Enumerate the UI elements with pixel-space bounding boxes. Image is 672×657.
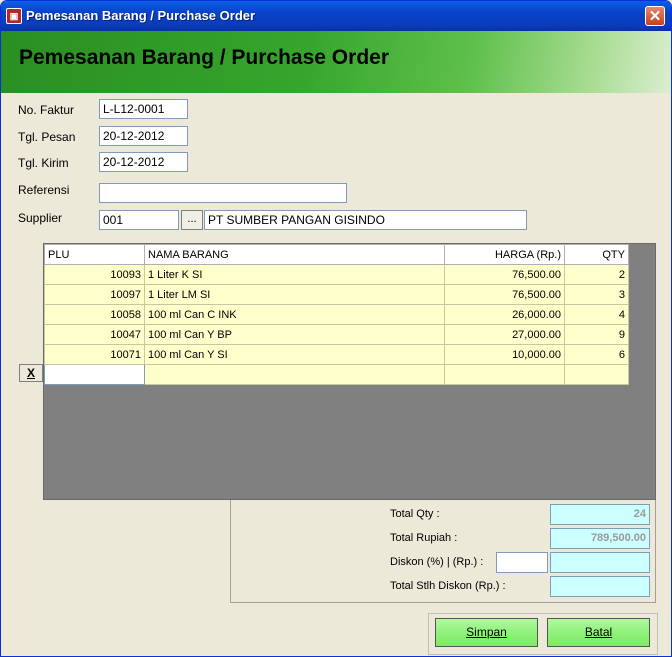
table-row[interactable]: 10093 1 Liter K SI 76,500.00 2 <box>44 264 629 285</box>
app-icon: ▣ <box>6 8 22 24</box>
total-qty-label: Total Qty : <box>390 508 440 520</box>
close-button[interactable]: ✕ <box>645 6 665 26</box>
new-entry-row[interactable] <box>44 364 629 385</box>
new-qty-cell[interactable] <box>564 364 629 385</box>
table-row[interactable]: 10058 100 ml Can C INK 26,000.00 4 <box>44 304 629 325</box>
col-header-nama-barang[interactable]: NAMA BARANG <box>144 244 445 265</box>
diskon-rp-field[interactable] <box>550 552 650 573</box>
total-stlh-diskon-label: Total Stlh Diskon (Rp.) : <box>390 580 506 592</box>
col-header-plu[interactable]: PLU <box>44 244 145 265</box>
harga-cell[interactable]: 76,500.00 <box>444 264 565 285</box>
plu-cell[interactable]: 10097 <box>44 284 145 305</box>
supplier-code-field[interactable]: 001 <box>99 210 179 230</box>
items-table: PLU NAMA BARANG HARGA (Rp.) QTY 10093 1 … <box>44 244 629 385</box>
harga-cell[interactable]: 10,000.00 <box>444 344 565 365</box>
table-row[interactable]: 10071 100 ml Can Y SI 10,000.00 6 <box>44 344 629 365</box>
total-stlh-diskon-field <box>550 576 650 597</box>
order-items-grid[interactable]: PLU NAMA BARANG HARGA (Rp.) QTY 10093 1 … <box>43 243 656 500</box>
qty-cell[interactable]: 4 <box>564 304 629 325</box>
total-rupiah-label: Total Rupiah : <box>390 532 458 544</box>
window-title: Pemesanan Barang / Purchase Order <box>26 8 256 23</box>
purchase-order-window: ▣ Pemesanan Barang / Purchase Order ✕ Pe… <box>0 0 672 657</box>
supplier-browse-button[interactable]: ... <box>181 210 203 230</box>
total-qty-field: 24 <box>550 504 650 525</box>
harga-cell[interactable]: 27,000.00 <box>444 324 565 345</box>
qty-cell[interactable]: 9 <box>564 324 629 345</box>
col-header-harga[interactable]: HARGA (Rp.) <box>444 244 565 265</box>
referensi-field[interactable] <box>99 183 347 203</box>
nama-barang-cell[interactable]: 100 ml Can Y SI <box>144 344 445 365</box>
diskon-label: Diskon (%) | (Rp.) : <box>390 556 484 568</box>
tgl-kirim-field[interactable]: 20-12-2012 <box>99 152 188 172</box>
nama-barang-cell[interactable]: 100 ml Can Y BP <box>144 324 445 345</box>
new-plu-input[interactable] <box>44 364 145 385</box>
supplier-name-field[interactable]: PT SUMBER PANGAN GISINDO <box>204 210 527 230</box>
title-bar[interactable]: ▣ Pemesanan Barang / Purchase Order ✕ <box>1 1 671 31</box>
tgl-pesan-label: Tgl. Pesan <box>18 130 76 144</box>
qty-cell[interactable]: 6 <box>564 344 629 365</box>
harga-cell[interactable]: 26,000.00 <box>444 304 565 325</box>
no-faktur-field[interactable]: L-L12-0001 <box>99 99 188 119</box>
nama-barang-cell[interactable]: 100 ml Can C INK <box>144 304 445 325</box>
table-row[interactable]: 10097 1 Liter LM SI 76,500.00 3 <box>44 284 629 305</box>
col-header-qty[interactable]: QTY <box>564 244 629 265</box>
nama-barang-cell[interactable]: 1 Liter K SI <box>144 264 445 285</box>
supplier-label: Supplier <box>18 211 63 225</box>
qty-cell[interactable]: 3 <box>564 284 629 305</box>
nama-barang-cell[interactable]: 1 Liter LM SI <box>144 284 445 305</box>
new-nama-barang-cell[interactable] <box>144 364 445 385</box>
header-banner: Pemesanan Barang / Purchase Order <box>1 31 671 93</box>
batal-button[interactable]: Batal <box>547 618 650 647</box>
qty-cell[interactable]: 2 <box>564 264 629 285</box>
plu-cell[interactable]: 10047 <box>44 324 145 345</box>
plu-cell[interactable]: 10071 <box>44 344 145 365</box>
diskon-percent-field[interactable] <box>496 552 548 573</box>
page-title: Pemesanan Barang / Purchase Order <box>19 46 389 69</box>
simpan-button[interactable]: Simpan <box>435 618 538 647</box>
table-row[interactable]: 10047 100 ml Can Y BP 27,000.00 9 <box>44 324 629 345</box>
referensi-label: Referensi <box>18 183 70 197</box>
tgl-kirim-label: Tgl. Kirim <box>18 156 69 170</box>
table-header-row: PLU NAMA BARANG HARGA (Rp.) QTY <box>44 244 629 265</box>
plu-cell[interactable]: 10058 <box>44 304 145 325</box>
harga-cell[interactable]: 76,500.00 <box>444 284 565 305</box>
new-harga-cell[interactable] <box>444 364 565 385</box>
no-faktur-label: No. Faktur <box>18 103 75 117</box>
plu-cell[interactable]: 10093 <box>44 264 145 285</box>
tgl-pesan-field[interactable]: 20-12-2012 <box>99 126 188 146</box>
total-rupiah-field: 789,500.00 <box>550 528 650 549</box>
delete-row-button[interactable]: X <box>19 364 43 382</box>
